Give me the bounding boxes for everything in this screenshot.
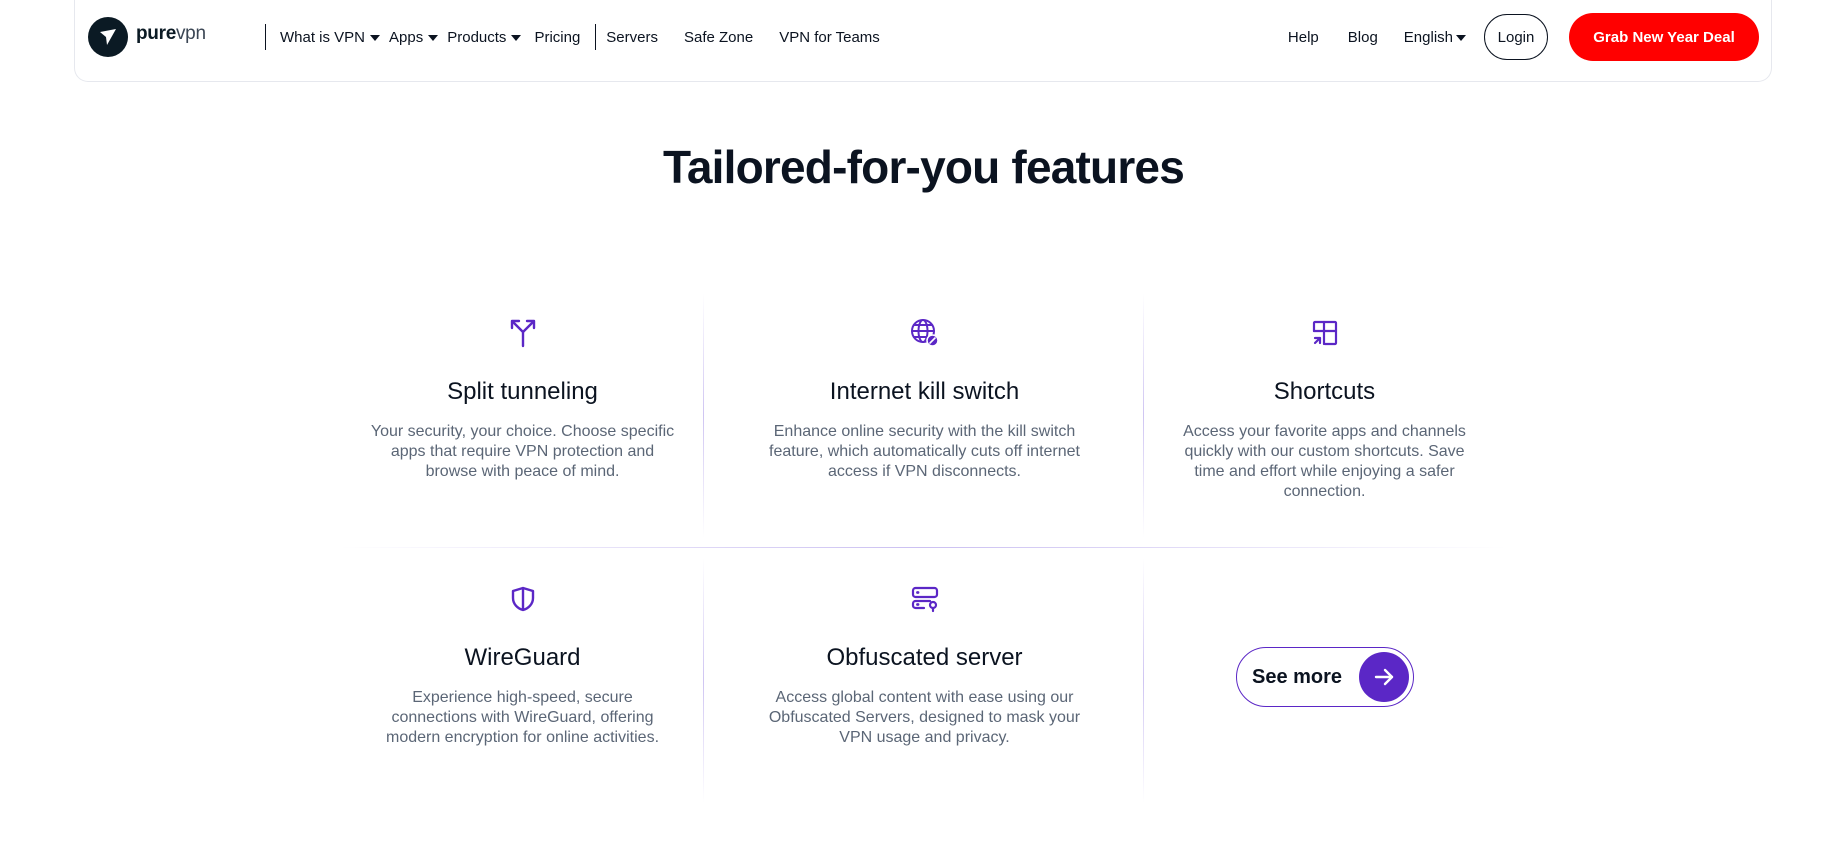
login-button[interactable]: Login [1484, 14, 1548, 60]
nav-item-vpn-for-teams[interactable]: VPN for Teams [779, 29, 880, 46]
feature-card-obfuscated-server: Obfuscated server Access global content … [722, 566, 1127, 806]
chevron-down-icon [428, 34, 439, 41]
section-title: Tailored-for-you features [663, 141, 1185, 193]
grid-divider [703, 558, 704, 803]
split-icon [506, 316, 540, 350]
nav-divider [595, 24, 597, 50]
feature-card-split-tunneling: Split tunneling Your security, your choi… [360, 300, 685, 540]
nav-item-safe-zone[interactable]: Safe Zone [684, 29, 753, 46]
nav-item-apps[interactable]: Apps [389, 29, 439, 46]
shortcut-icon [1308, 316, 1342, 350]
nav-item-products[interactable]: Products [447, 29, 522, 46]
feature-card-wireguard: WireGuard Experience high-speed, secure … [360, 566, 685, 806]
nav-item-pricing[interactable]: Pricing [534, 29, 580, 46]
globe-block-icon [908, 316, 942, 350]
feature-card-kill-switch: Internet kill switch Enhance online secu… [722, 300, 1127, 540]
grid-divider [1143, 558, 1144, 803]
server-icon [908, 582, 942, 616]
primary-nav: What is VPN Apps Products Pricing Server… [265, 0, 880, 76]
shield-icon [506, 582, 540, 616]
secondary-nav: Help Blog English Login Grab New Year De… [1288, 0, 1759, 76]
chevron-down-icon [511, 34, 522, 41]
language-selector[interactable]: English [1404, 29, 1466, 46]
chevron-down-icon [1456, 34, 1466, 41]
see-more-button[interactable]: See more [1236, 647, 1414, 707]
nav-item-blog[interactable]: Blog [1348, 29, 1378, 46]
nav-item-servers[interactable]: Servers [606, 29, 658, 46]
grid-divider [1143, 293, 1144, 538]
nav-item-what-is-vpn[interactable]: What is VPN [280, 29, 381, 46]
grab-deal-button[interactable]: Grab New Year Deal [1569, 13, 1759, 61]
nav-divider [265, 24, 266, 50]
nav-item-help[interactable]: Help [1288, 29, 1319, 46]
logo-wordmark: purevpn [136, 22, 206, 44]
site-header: purevpn What is VPN Apps Products Pricin… [74, 0, 1772, 82]
logo-icon [88, 17, 128, 57]
grid-divider [340, 547, 1507, 548]
purevpn-logo[interactable]: purevpn [88, 17, 206, 57]
arrow-right-icon [1359, 652, 1409, 702]
grid-divider [703, 293, 704, 538]
feature-card-shortcuts: Shortcuts Access your favorite apps and … [1162, 300, 1487, 540]
chevron-down-icon [370, 34, 381, 41]
